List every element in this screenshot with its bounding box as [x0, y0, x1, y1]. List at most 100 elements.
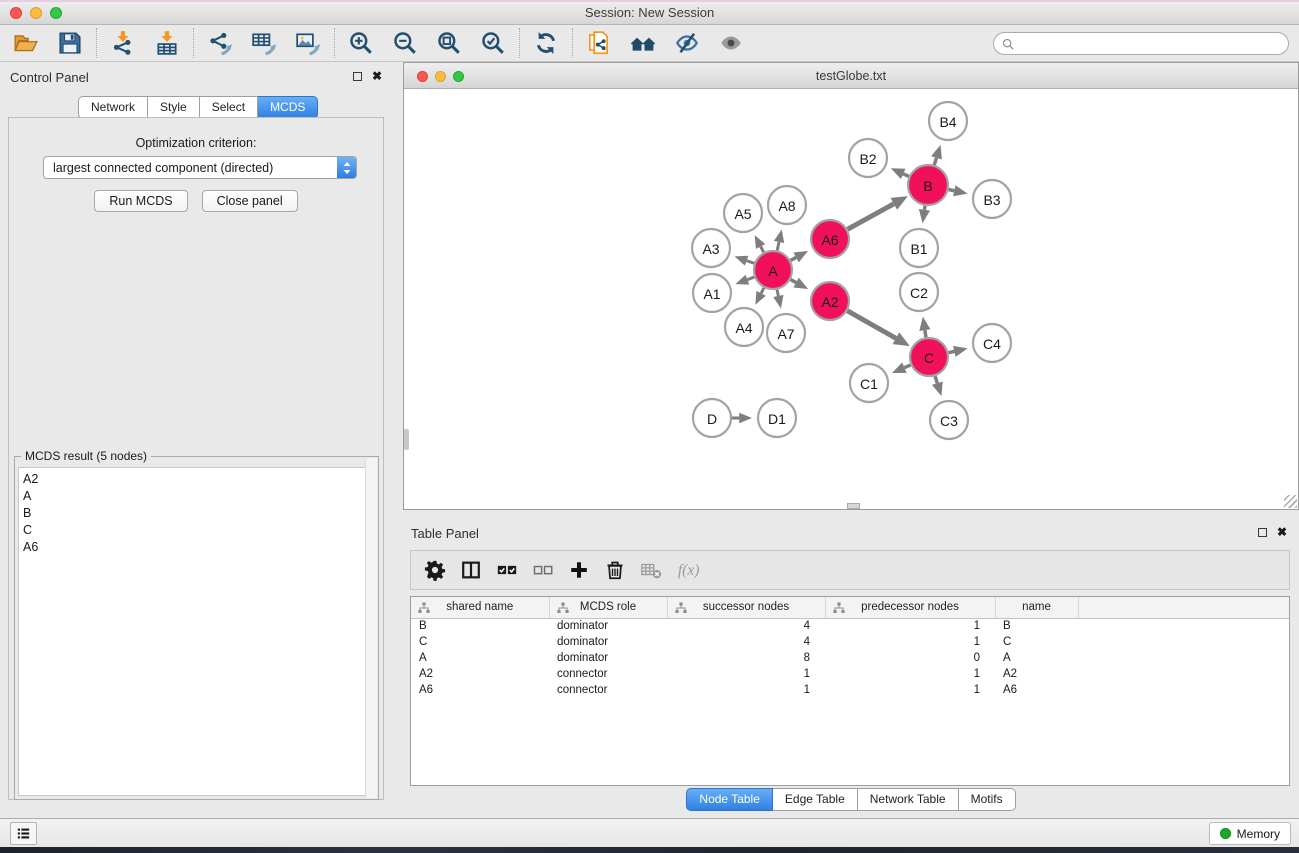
result-list-scrollbar[interactable] — [365, 458, 377, 798]
network-vertical-scroll-thumb[interactable] — [404, 429, 409, 450]
tab-edge-table[interactable]: Edge Table — [773, 788, 858, 811]
table-row[interactable]: Adominator80A — [411, 650, 1289, 666]
graph-node-A[interactable]: A — [754, 251, 792, 289]
tab-node-table[interactable]: Node Table — [686, 788, 773, 811]
graph-node-A4[interactable]: A4 — [725, 308, 763, 346]
graph-node-A7[interactable]: A7 — [767, 314, 805, 352]
mcds-result-item[interactable]: A2 — [23, 471, 374, 488]
graph-node-A1[interactable]: A1 — [693, 274, 731, 312]
graph-node-C1[interactable]: C1 — [850, 364, 888, 402]
graph-edge-A-A4[interactable] — [755, 288, 765, 305]
add-plus-icon[interactable] — [568, 557, 590, 583]
close-panel-icon[interactable]: ✖ — [372, 71, 382, 81]
gear-icon[interactable] — [424, 557, 446, 583]
column-header-MCDS-role[interactable]: MCDS role — [549, 597, 667, 618]
close-table-panel-icon[interactable]: ✖ — [1277, 527, 1287, 537]
graph-node-A3[interactable]: A3 — [692, 229, 730, 267]
mcds-result-item[interactable]: A6 — [23, 539, 374, 556]
mcds-result-list[interactable]: A2ABCA6 — [18, 467, 375, 796]
zoom-fit-icon[interactable] — [432, 28, 466, 58]
table-row[interactable]: Cdominator41C — [411, 634, 1289, 650]
deselect-all-checkboxes-icon[interactable] — [532, 557, 554, 583]
column-header-name[interactable]: name — [995, 597, 1078, 618]
task-history-button[interactable] — [10, 822, 37, 845]
graph-node-D1[interactable]: D1 — [758, 399, 796, 437]
graph-node-B[interactable]: B — [908, 165, 948, 205]
search-input[interactable] — [1015, 35, 1288, 53]
column-header-shared-name[interactable]: shared name — [411, 597, 549, 618]
memory-button[interactable]: Memory — [1209, 822, 1291, 845]
tab-select[interactable]: Select — [200, 96, 258, 119]
graph-edge-A-A2[interactable] — [791, 278, 808, 289]
table-row[interactable]: A2connector11A2 — [411, 666, 1289, 682]
graph-edge-B-B1[interactable] — [919, 206, 930, 223]
graph-edge-C-C1[interactable] — [892, 362, 911, 373]
export-image-icon[interactable] — [291, 28, 325, 58]
import-network-icon[interactable] — [106, 28, 140, 58]
graph-node-A5[interactable]: A5 — [724, 194, 762, 232]
tab-network[interactable]: Network — [78, 96, 148, 119]
graph-edge-C-C2[interactable] — [919, 317, 930, 338]
float-panel-icon[interactable] — [353, 72, 362, 81]
graph-node-B2[interactable]: B2 — [849, 139, 887, 177]
network-horizontal-scroll-thumb[interactable] — [847, 503, 860, 509]
graph-edge-B-B2[interactable] — [891, 168, 909, 179]
tab-style[interactable]: Style — [148, 96, 200, 119]
column-header-successor-nodes[interactable]: successor nodes — [667, 597, 825, 618]
zoom-check-icon[interactable] — [476, 28, 510, 58]
import-table-icon[interactable] — [150, 28, 184, 58]
zoom-in-icon[interactable] — [344, 28, 378, 58]
export-network-icon[interactable] — [203, 28, 237, 58]
graph-node-C4[interactable]: C4 — [973, 324, 1011, 362]
open-folder-icon[interactable] — [9, 28, 43, 58]
network-document-icon[interactable] — [582, 28, 616, 58]
split-columns-icon[interactable] — [460, 557, 482, 583]
graph-node-B3[interactable]: B3 — [973, 180, 1011, 218]
graph-node-B1[interactable]: B1 — [900, 229, 938, 267]
graph-node-A8[interactable]: A8 — [768, 186, 806, 224]
search-box[interactable] — [993, 32, 1289, 55]
tab-network-table[interactable]: Network Table — [858, 788, 959, 811]
graph-node-C[interactable]: C — [910, 338, 948, 376]
graph-edge-C-C3[interactable] — [932, 376, 943, 396]
mcds-result-item[interactable]: A — [23, 488, 374, 505]
network-canvas[interactable]: AA1A2A3A4A5A6A7A8BB1B2B3B4CC1C2C3C4DD1 — [404, 89, 1298, 509]
zoom-out-icon[interactable] — [388, 28, 422, 58]
graph-edge-C-C4[interactable] — [949, 346, 968, 357]
mcds-result-item[interactable]: C — [23, 522, 374, 539]
graph-node-C3[interactable]: C3 — [930, 401, 968, 439]
graph-edge-A2-C[interactable] — [847, 311, 909, 346]
graph-edge-A6-B[interactable] — [848, 196, 908, 229]
graph-node-B4[interactable]: B4 — [929, 102, 967, 140]
tab-mcds[interactable]: MCDS — [258, 96, 318, 119]
column-header-predecessor-nodes[interactable]: predecessor nodes — [825, 597, 995, 618]
table-row[interactable]: Bdominator41B — [411, 618, 1289, 634]
run-mcds-button[interactable]: Run MCDS — [94, 190, 187, 212]
mcds-result-item[interactable]: B — [23, 505, 374, 522]
graph-node-C2[interactable]: C2 — [900, 273, 938, 311]
optimization-criterion-dropdown[interactable]: largest connected component (directed) — [43, 156, 357, 179]
graph-edge-B-B4[interactable] — [931, 145, 942, 165]
two-houses-icon[interactable] — [626, 28, 660, 58]
export-table-icon[interactable] — [247, 28, 281, 58]
trash-icon[interactable] — [604, 557, 626, 583]
graph-edge-A-A8[interactable] — [774, 229, 784, 250]
eye-slash-icon[interactable] — [670, 28, 704, 58]
graph-edge-A-A7[interactable] — [773, 290, 783, 309]
graph-edge-D-D1[interactable] — [732, 413, 752, 424]
graph-node-D[interactable]: D — [693, 399, 731, 437]
eye-icon[interactable] — [714, 28, 748, 58]
graph-edge-B-B3[interactable] — [949, 185, 968, 196]
graph-edge-A-A3[interactable] — [735, 256, 755, 266]
select-all-checkboxes-icon[interactable] — [496, 557, 518, 583]
refresh-icon[interactable] — [529, 28, 563, 58]
window-resize-grip[interactable] — [1284, 495, 1297, 508]
graph-edge-A-A1[interactable] — [735, 275, 754, 285]
close-panel-button[interactable]: Close panel — [202, 190, 298, 212]
graph-node-A2[interactable]: A2 — [811, 282, 849, 320]
float-table-panel-icon[interactable] — [1258, 528, 1267, 537]
graph-edge-A-A5[interactable] — [755, 235, 766, 252]
tab-motifs[interactable]: Motifs — [959, 788, 1016, 811]
save-icon[interactable] — [53, 28, 87, 58]
table-row[interactable]: A6connector11A6 — [411, 682, 1289, 698]
